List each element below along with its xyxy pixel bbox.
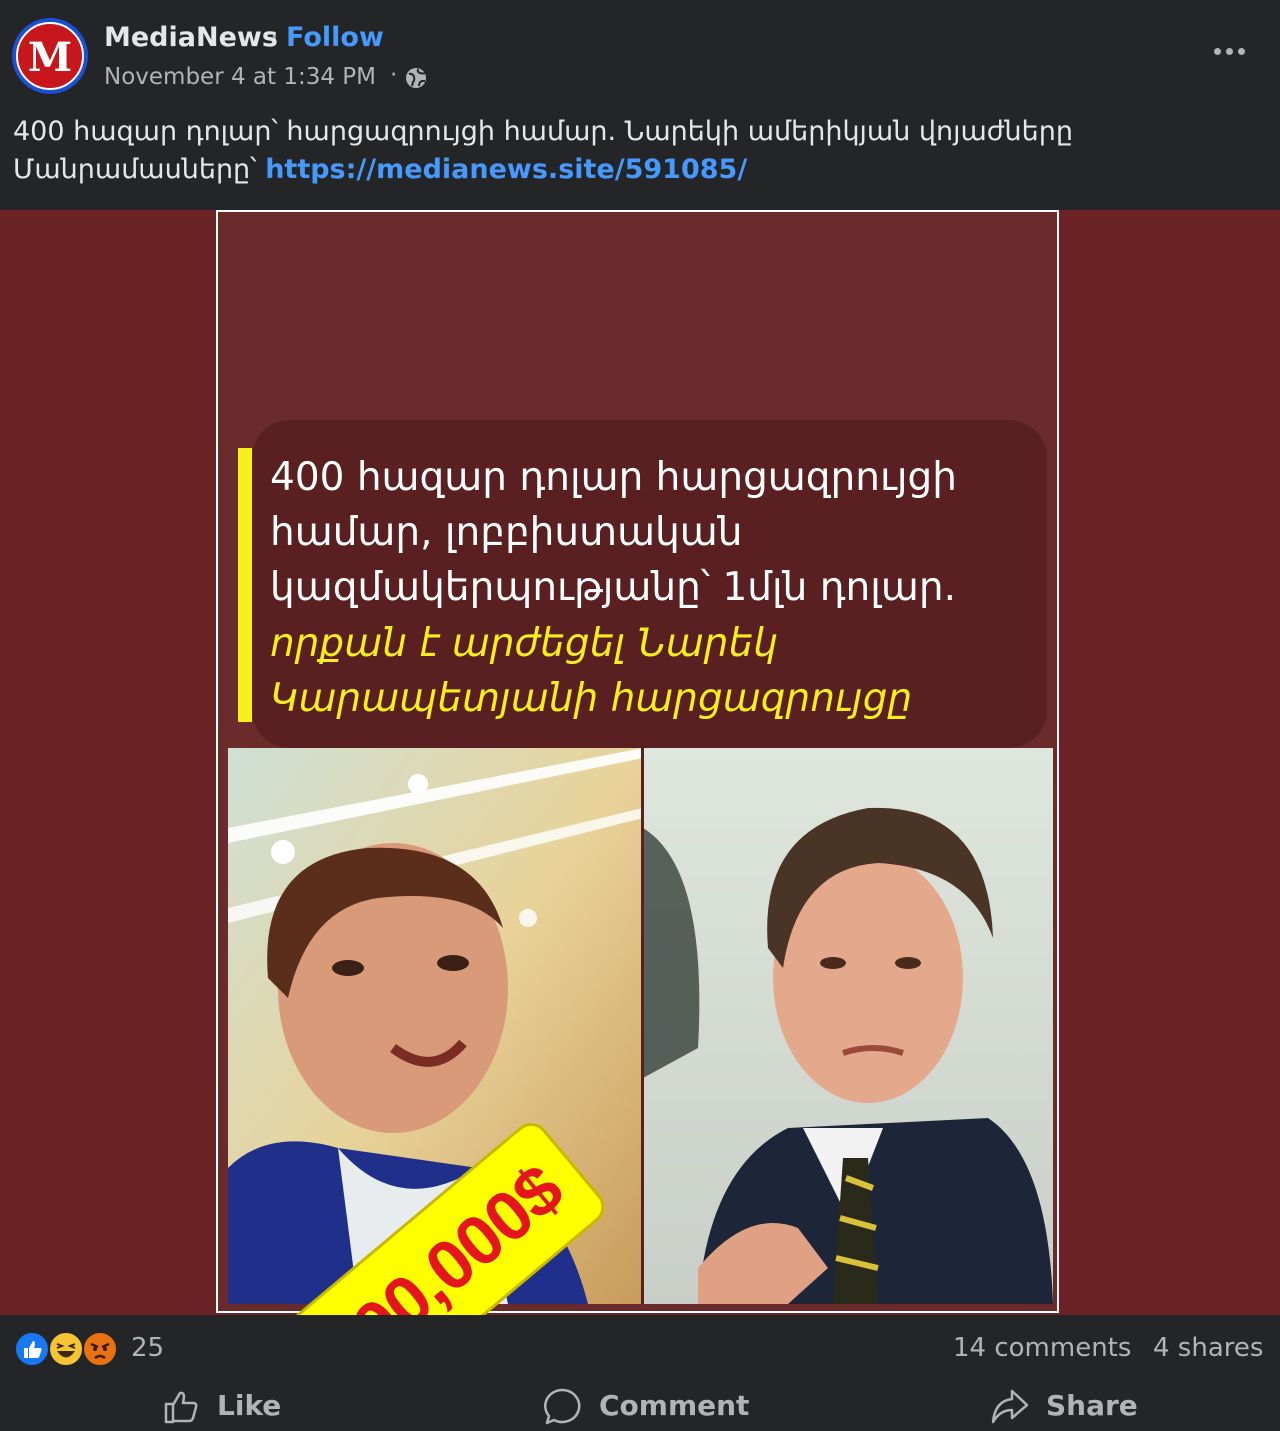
caption-line-2: Մանրամասները՝ https://medianews.site/591…	[13, 151, 1263, 189]
privacy-separator: ·	[390, 62, 398, 88]
thumbs-up-icon	[164, 1391, 198, 1424]
comment-bubble-icon	[544, 1388, 581, 1425]
image-subline: որքան է արժեցել Նարեկ Կարապետյանի հարցազ…	[270, 621, 913, 721]
image-headline: 400 հազար դոլար հարցազրույցի համար, լոբբ…	[270, 455, 957, 610]
more-dot-icon	[1226, 48, 1233, 55]
share-label: Share	[1046, 1389, 1138, 1422]
page-name[interactable]: MediaNews	[104, 22, 278, 53]
post-footer: 25 14 comments 4 shares Like Comment Sha…	[0, 1315, 1280, 1431]
quote-accent-bar	[238, 448, 252, 722]
haha-reaction-icon	[48, 1331, 84, 1367]
like-label: Like	[217, 1389, 282, 1422]
reaction-count[interactable]: 25	[131, 1333, 164, 1363]
like-reaction-icon	[14, 1331, 50, 1367]
page-avatar[interactable]: M	[12, 18, 88, 94]
shares-count[interactable]: 4 shares	[1153, 1333, 1263, 1363]
page-logo: M	[16, 22, 84, 90]
more-dot-icon	[1238, 48, 1245, 55]
more-dot-icon	[1214, 48, 1221, 55]
reactions-summary[interactable]	[14, 1331, 124, 1367]
caption-line-1: 400 հազար դոլար՝ հարցազրույցի համար. Նար…	[13, 116, 1073, 147]
angry-reaction-icon	[82, 1331, 118, 1367]
share-arrow-icon	[991, 1389, 1029, 1424]
comments-count[interactable]: 14 comments	[953, 1333, 1131, 1363]
post-caption: 400 հազար դոլար՝ հարցազրույցի համար. Նար…	[13, 113, 1263, 189]
post-header: M MediaNews · Follow November 4 at 1:34 …	[0, 0, 1280, 210]
post-image[interactable]: 400 հազար դոլար հարցազրույցի համար, լոբբ…	[0, 210, 1280, 1427]
comment-label: Comment	[599, 1389, 750, 1422]
more-options-button[interactable]	[1210, 36, 1250, 66]
globe-icon	[406, 68, 426, 88]
caption-prefix: Մանրամասները՝	[13, 154, 257, 185]
follow-button[interactable]: Follow	[286, 22, 384, 53]
image-card: 400 հազար դոլար հարցազրույցի համար, լոբբ…	[216, 210, 1059, 1313]
share-button[interactable]: Share	[990, 1385, 1138, 1429]
post-timestamp[interactable]: November 4 at 1:34 PM	[104, 64, 376, 90]
photo-collage	[228, 748, 1053, 1304]
name-separator: ·	[270, 22, 279, 53]
article-link[interactable]: https://medianews.site/591085/	[265, 154, 747, 185]
like-button[interactable]: Like	[163, 1385, 283, 1429]
comment-button[interactable]: Comment	[543, 1385, 749, 1429]
